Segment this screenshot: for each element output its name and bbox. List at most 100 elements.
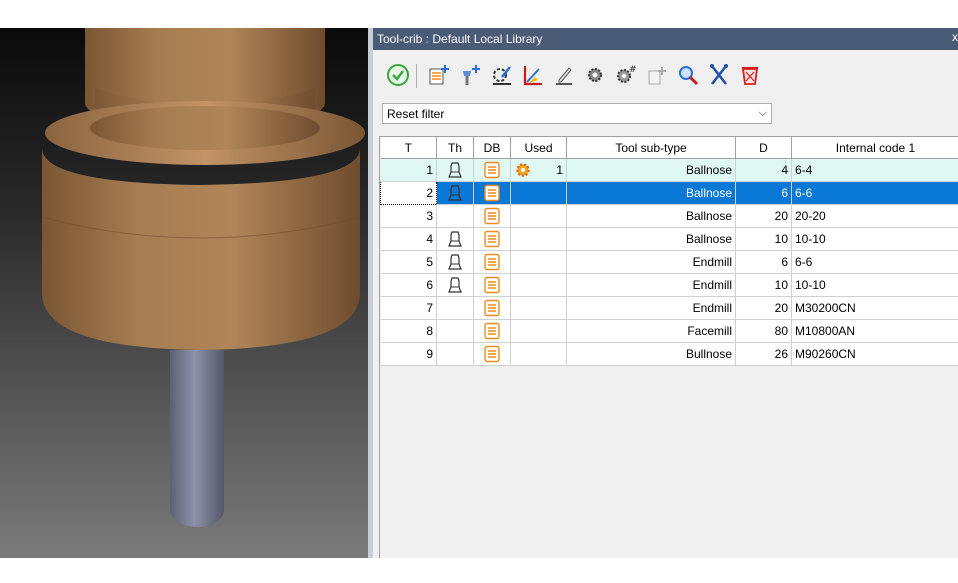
cell-subtype[interactable]: Endmill bbox=[566, 250, 736, 274]
cell-t[interactable]: 5 bbox=[380, 250, 437, 274]
table-row[interactable]: 7 Endmill 20 M30200CN bbox=[380, 296, 958, 320]
cross-tools-icon[interactable] bbox=[706, 62, 732, 88]
new-tool-icon[interactable] bbox=[426, 62, 452, 88]
cell-t[interactable]: 4 bbox=[380, 227, 437, 251]
delete-icon[interactable] bbox=[737, 62, 763, 88]
column-header-t[interactable]: T bbox=[380, 137, 437, 159]
cell-db bbox=[473, 296, 511, 320]
cell-t[interactable]: 6 bbox=[380, 273, 437, 297]
cell-d[interactable]: 4 bbox=[735, 158, 792, 182]
tool-holder-render bbox=[42, 28, 365, 527]
holder-icon bbox=[446, 277, 464, 293]
table-header-row: T Th DB Used Tool sub-type D Internal co… bbox=[380, 137, 958, 159]
filter-dropdown[interactable]: Reset filter ⌵ bbox=[382, 103, 772, 124]
cell-d[interactable]: 20 bbox=[735, 204, 792, 228]
cell-db bbox=[473, 273, 511, 297]
cell-db bbox=[473, 250, 511, 274]
cell-db bbox=[473, 319, 511, 343]
cell-t[interactable]: 7 bbox=[380, 296, 437, 320]
search-tool-icon[interactable] bbox=[675, 62, 701, 88]
toolbar: # bbox=[381, 62, 951, 90]
copy-tool-icon[interactable] bbox=[644, 62, 670, 88]
edit-tool-icon[interactable] bbox=[489, 62, 515, 88]
cell-used bbox=[510, 296, 567, 320]
cell-used bbox=[510, 319, 567, 343]
gear-number-icon[interactable]: # bbox=[613, 62, 639, 88]
database-icon bbox=[483, 345, 501, 363]
column-header-th[interactable]: Th bbox=[436, 137, 474, 159]
cell-code[interactable]: 10-10 bbox=[791, 273, 958, 297]
new-holder-icon[interactable] bbox=[457, 62, 483, 88]
cell-subtype[interactable]: Bullnose bbox=[566, 342, 736, 366]
database-icon bbox=[483, 184, 501, 202]
cell-code[interactable]: M90260CN bbox=[791, 342, 958, 366]
cell-subtype[interactable]: Endmill bbox=[566, 273, 736, 297]
table-row[interactable]: 2 Ballnose 6 6-6 bbox=[380, 181, 958, 205]
cell-t[interactable]: 8 bbox=[380, 319, 437, 343]
table-row[interactable]: 5 Endmill 6 6-6 bbox=[380, 250, 958, 274]
cell-d[interactable]: 6 bbox=[735, 250, 792, 274]
measure-icon[interactable] bbox=[520, 62, 546, 88]
cell-code[interactable]: 6-4 bbox=[791, 158, 958, 182]
cell-db bbox=[473, 204, 511, 228]
database-icon bbox=[483, 207, 501, 225]
table-row[interactable]: 1 1 Ballnose 4 6-4 bbox=[380, 158, 958, 182]
cell-th bbox=[436, 250, 474, 274]
database-icon bbox=[483, 276, 501, 294]
cell-used bbox=[510, 181, 567, 205]
column-header-db[interactable]: DB bbox=[473, 137, 511, 159]
cell-t[interactable]: 9 bbox=[380, 342, 437, 366]
column-header-d[interactable]: D bbox=[735, 137, 792, 159]
cell-used bbox=[510, 250, 567, 274]
validate-icon[interactable] bbox=[385, 62, 411, 88]
gear-icon bbox=[514, 161, 532, 181]
database-icon bbox=[483, 322, 501, 340]
3d-viewport[interactable] bbox=[0, 28, 368, 558]
cell-used bbox=[510, 204, 567, 228]
table-row[interactable]: 3 Ballnose 20 20-20 bbox=[380, 204, 958, 228]
cell-subtype[interactable]: Ballnose bbox=[566, 158, 736, 182]
cell-subtype[interactable]: Ballnose bbox=[566, 181, 736, 205]
table-row[interactable]: 9 Bullnose 26 M90260CN bbox=[380, 342, 958, 366]
close-icon[interactable]: x bbox=[952, 30, 958, 44]
cell-db bbox=[473, 158, 511, 182]
rename-icon[interactable] bbox=[551, 62, 577, 88]
cell-d[interactable]: 6 bbox=[735, 181, 792, 205]
table-row[interactable]: 8 Facemill 80 M10800AN bbox=[380, 319, 958, 343]
tool-crib-panel: Tool-crib : Default Local Library x # Re… bbox=[373, 28, 958, 558]
cell-d[interactable]: 20 bbox=[735, 296, 792, 320]
cell-t[interactable]: 3 bbox=[380, 204, 437, 228]
cell-t[interactable]: 1 bbox=[380, 158, 437, 182]
panel-titlebar: Tool-crib : Default Local Library x bbox=[373, 28, 958, 50]
chevron-down-icon[interactable]: ⌵ bbox=[759, 107, 767, 120]
cell-code[interactable]: 10-10 bbox=[791, 227, 958, 251]
cell-d[interactable]: 26 bbox=[735, 342, 792, 366]
column-header-subtype[interactable]: Tool sub-type bbox=[566, 137, 736, 159]
panel-title: Tool-crib : Default Local Library bbox=[377, 32, 543, 46]
cell-code[interactable]: M10800AN bbox=[791, 319, 958, 343]
database-icon bbox=[483, 299, 501, 317]
column-header-code[interactable]: Internal code 1 bbox=[791, 137, 958, 159]
table-row[interactable]: 4 Ballnose 10 10-10 bbox=[380, 227, 958, 251]
cell-t[interactable]: 2 bbox=[380, 181, 437, 205]
cell-subtype[interactable]: Ballnose bbox=[566, 204, 736, 228]
database-icon bbox=[483, 230, 501, 248]
cell-code[interactable]: 20-20 bbox=[791, 204, 958, 228]
table-row[interactable]: 6 Endmill 10 10-10 bbox=[380, 273, 958, 297]
gear-settings-icon[interactable] bbox=[582, 62, 608, 88]
cell-subtype[interactable]: Ballnose bbox=[566, 227, 736, 251]
cell-code[interactable]: 6-6 bbox=[791, 181, 958, 205]
cell-d[interactable]: 80 bbox=[735, 319, 792, 343]
cell-code[interactable]: 6-6 bbox=[791, 250, 958, 274]
cell-subtype[interactable]: Endmill bbox=[566, 296, 736, 320]
cell-d[interactable]: 10 bbox=[735, 227, 792, 251]
cell-th bbox=[436, 296, 474, 320]
cell-used bbox=[510, 273, 567, 297]
cell-db bbox=[473, 181, 511, 205]
cell-code[interactable]: M30200CN bbox=[791, 296, 958, 320]
column-header-used[interactable]: Used bbox=[510, 137, 567, 159]
cell-d[interactable]: 10 bbox=[735, 273, 792, 297]
svg-text:#: # bbox=[629, 65, 637, 75]
cell-subtype[interactable]: Facemill bbox=[566, 319, 736, 343]
filter-value: Reset filter bbox=[387, 107, 445, 121]
